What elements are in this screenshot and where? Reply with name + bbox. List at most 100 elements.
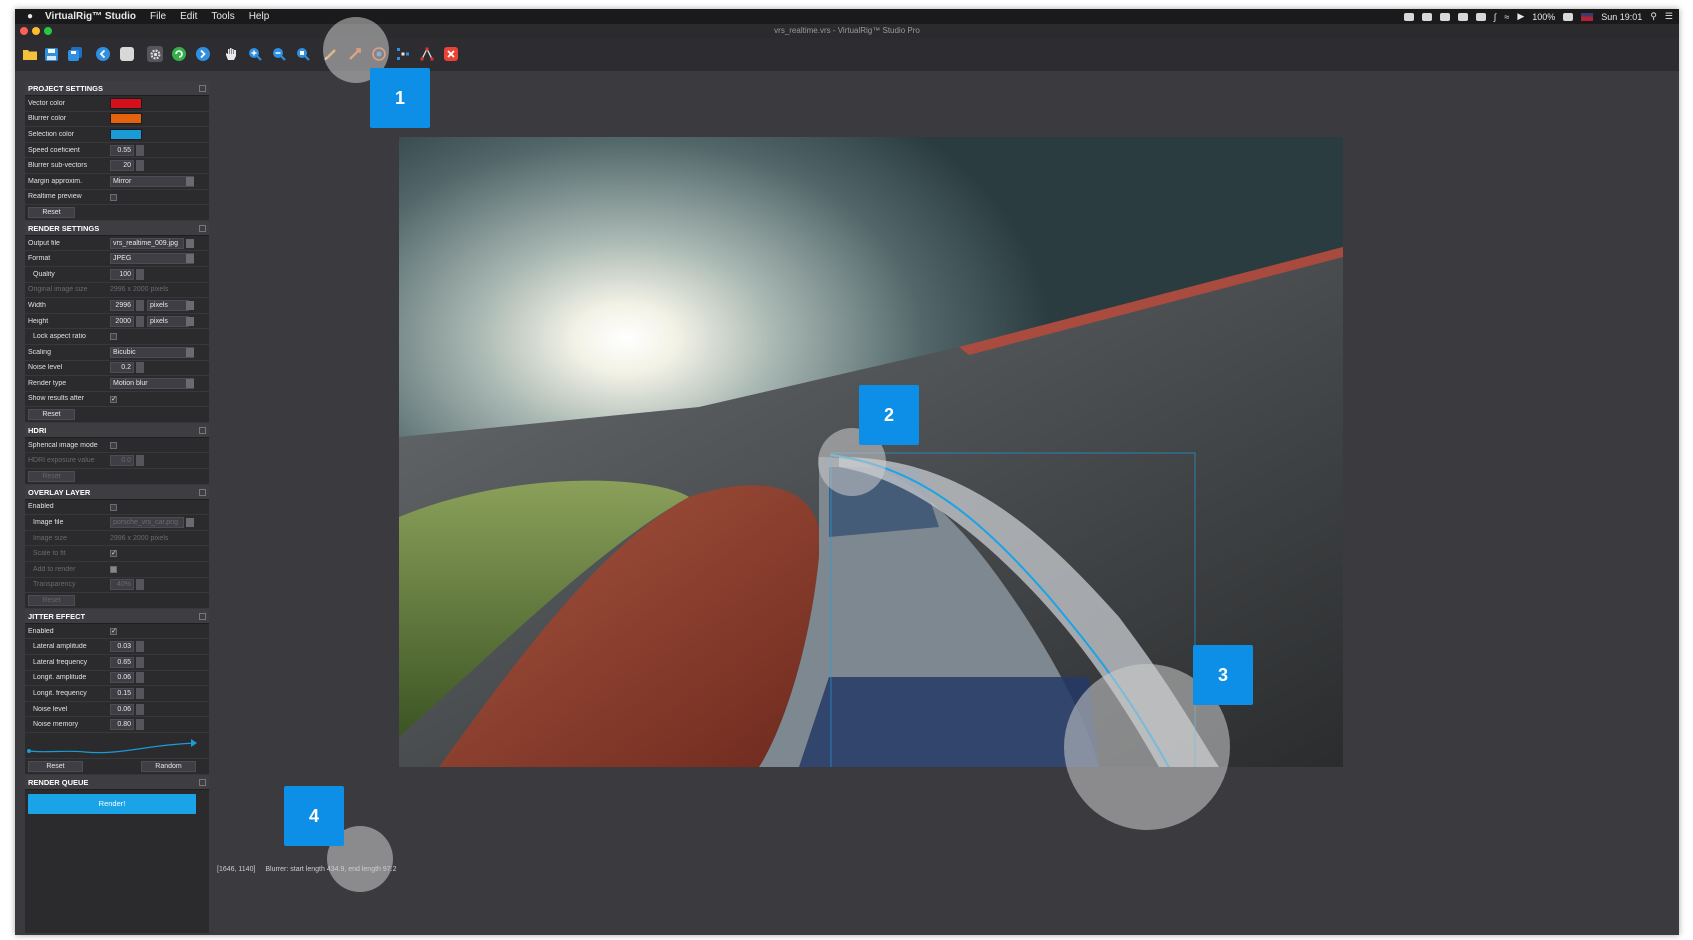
speed-coefficient-field[interactable]: 0.55 bbox=[110, 144, 134, 156]
chevron-down-icon[interactable] bbox=[186, 347, 194, 357]
spinner-arrows-icon[interactable] bbox=[136, 144, 144, 156]
project-reset-button[interactable]: Reset bbox=[28, 206, 75, 218]
browse-file-icon[interactable] bbox=[186, 238, 194, 248]
menu-tools[interactable]: Tools bbox=[211, 11, 234, 22]
quality-field[interactable]: 100 bbox=[110, 268, 134, 280]
collapse-icon[interactable] bbox=[199, 488, 206, 496]
show-results-checkbox[interactable]: ✓ bbox=[110, 395, 117, 403]
jitter-random-button[interactable]: Random bbox=[141, 760, 196, 772]
overlay-image-file-field[interactable]: porsche_vrs_car.png bbox=[110, 517, 184, 529]
status-icon[interactable] bbox=[1421, 12, 1432, 21]
project-settings-header[interactable]: PROJECT SETTINGS bbox=[25, 81, 209, 96]
volume-icon[interactable]: ▶ bbox=[1517, 11, 1524, 22]
chevron-down-icon[interactable] bbox=[186, 254, 194, 264]
collapse-icon[interactable] bbox=[199, 778, 206, 786]
window-minimize-button[interactable] bbox=[32, 27, 40, 35]
spinner-arrows-icon[interactable] bbox=[136, 672, 144, 684]
menu-edit[interactable]: Edit bbox=[180, 11, 197, 22]
wifi-icon[interactable]: ≈ bbox=[1504, 12, 1509, 22]
save-icon[interactable] bbox=[43, 46, 59, 62]
jitter-enabled-checkbox[interactable]: ✓ bbox=[110, 627, 117, 635]
spinner-arrows-icon[interactable] bbox=[136, 455, 144, 467]
collapse-icon[interactable] bbox=[199, 612, 206, 620]
export-icon[interactable] bbox=[195, 46, 211, 62]
apple-menu-icon[interactable]: ● bbox=[27, 11, 33, 22]
format-select[interactable]: JPEG bbox=[110, 253, 194, 265]
scaling-select[interactable]: Bicubic bbox=[110, 346, 194, 358]
collapse-icon[interactable] bbox=[199, 224, 206, 232]
settings-gear-icon[interactable] bbox=[147, 46, 163, 62]
zoom-in-icon[interactable] bbox=[247, 46, 263, 62]
render-queue-header[interactable]: RENDER QUEUE bbox=[25, 774, 209, 790]
width-field[interactable]: 2996 bbox=[110, 299, 134, 311]
status-icon[interactable] bbox=[1403, 12, 1414, 21]
dropbox-icon[interactable] bbox=[1439, 12, 1450, 21]
jitter-noise-level-field[interactable]: 0.06 bbox=[110, 703, 134, 715]
menubar-clock[interactable]: Sun 19:01 bbox=[1601, 12, 1642, 22]
render-settings-header[interactable]: RENDER SETTINGS bbox=[25, 220, 209, 236]
close-icon[interactable] bbox=[443, 46, 459, 62]
lateral-frequency-field[interactable]: 0.65 bbox=[110, 656, 134, 668]
window-close-button[interactable] bbox=[20, 27, 28, 35]
overlay-enabled-checkbox[interactable] bbox=[110, 503, 117, 511]
lock-aspect-checkbox[interactable] bbox=[110, 333, 117, 341]
distribute-points-icon[interactable] bbox=[395, 46, 411, 62]
app-name-menu[interactable]: VirtualRig™ Studio bbox=[45, 11, 136, 22]
collapse-icon[interactable] bbox=[199, 426, 206, 434]
jitter-reset-button[interactable]: Reset bbox=[28, 760, 83, 772]
longit-frequency-field[interactable]: 0.15 bbox=[110, 687, 134, 699]
collapse-icon[interactable] bbox=[199, 85, 206, 92]
menu-file[interactable]: File bbox=[150, 11, 166, 22]
noise-level-field[interactable]: 0.2 bbox=[110, 362, 134, 374]
lateral-amplitude-field[interactable]: 0.03 bbox=[110, 641, 134, 653]
zoom-out-icon[interactable] bbox=[271, 46, 287, 62]
save-as-icon[interactable] bbox=[67, 46, 83, 62]
time-machine-icon[interactable] bbox=[1475, 12, 1486, 21]
margin-approx-select[interactable]: Mirror bbox=[110, 175, 194, 187]
hdri-reset-button[interactable]: Reset bbox=[28, 470, 75, 482]
spinner-arrows-icon[interactable] bbox=[136, 160, 144, 172]
output-file-field[interactable]: vrs_realtime_009.jpg bbox=[110, 237, 184, 249]
hdri-exposure-field[interactable]: 0.0 bbox=[110, 455, 134, 467]
airplay-icon[interactable] bbox=[1457, 12, 1468, 21]
overlay-reset-button[interactable]: Reset bbox=[28, 595, 75, 607]
browse-file-icon[interactable] bbox=[186, 518, 194, 528]
hand-pan-icon[interactable] bbox=[223, 46, 239, 62]
bluetooth-icon[interactable]: ∫ bbox=[1494, 12, 1496, 22]
longit-amplitude-field[interactable]: 0.06 bbox=[110, 672, 134, 684]
spinner-arrows-icon[interactable] bbox=[136, 299, 144, 311]
noise-memory-field[interactable]: 0.80 bbox=[110, 719, 134, 731]
realtime-preview-checkbox[interactable] bbox=[110, 193, 117, 201]
render-type-select[interactable]: Motion blur bbox=[110, 377, 194, 389]
spinner-arrows-icon[interactable] bbox=[136, 703, 144, 715]
notification-center-icon[interactable]: ☰ bbox=[1665, 11, 1673, 22]
overlay-layer-header[interactable]: OVERLAY LAYER bbox=[25, 484, 209, 500]
spinner-arrows-icon[interactable] bbox=[136, 687, 144, 699]
undo-icon[interactable] bbox=[95, 46, 111, 62]
spinner-arrows-icon[interactable] bbox=[136, 315, 144, 327]
hdri-header[interactable]: HDRI bbox=[25, 422, 209, 438]
spinner-arrows-icon[interactable] bbox=[136, 719, 144, 731]
open-folder-icon[interactable] bbox=[22, 46, 38, 62]
render-button[interactable]: Render! bbox=[28, 793, 196, 814]
jitter-effect-header[interactable]: JITTER EFFECT bbox=[25, 608, 209, 624]
menu-help[interactable]: Help bbox=[249, 11, 270, 22]
chevron-down-icon[interactable] bbox=[186, 316, 194, 326]
window-zoom-button[interactable] bbox=[44, 27, 52, 35]
selection-color-swatch[interactable] bbox=[110, 128, 142, 140]
height-unit-select[interactable]: pixels bbox=[147, 315, 189, 327]
width-unit-select[interactable]: pixels bbox=[147, 299, 189, 311]
input-source-flag-icon[interactable] bbox=[1581, 12, 1594, 21]
add-to-render-checkbox[interactable] bbox=[110, 566, 117, 574]
blurrer-subvectors-field[interactable]: 20 bbox=[110, 160, 134, 172]
scale-to-fit-checkbox[interactable]: ✓ bbox=[110, 550, 117, 558]
spinner-arrows-icon[interactable] bbox=[136, 641, 144, 653]
height-field[interactable]: 2000 bbox=[110, 315, 134, 327]
path-edit-icon[interactable] bbox=[419, 46, 435, 62]
vector-color-swatch[interactable] bbox=[110, 97, 142, 109]
blurrer-color-swatch[interactable] bbox=[110, 113, 142, 125]
zoom-fit-icon[interactable] bbox=[295, 46, 311, 62]
spinner-arrows-icon[interactable] bbox=[136, 362, 144, 374]
spotlight-search-icon[interactable]: ⚲ bbox=[1650, 11, 1657, 22]
stop-icon[interactable] bbox=[119, 46, 135, 62]
